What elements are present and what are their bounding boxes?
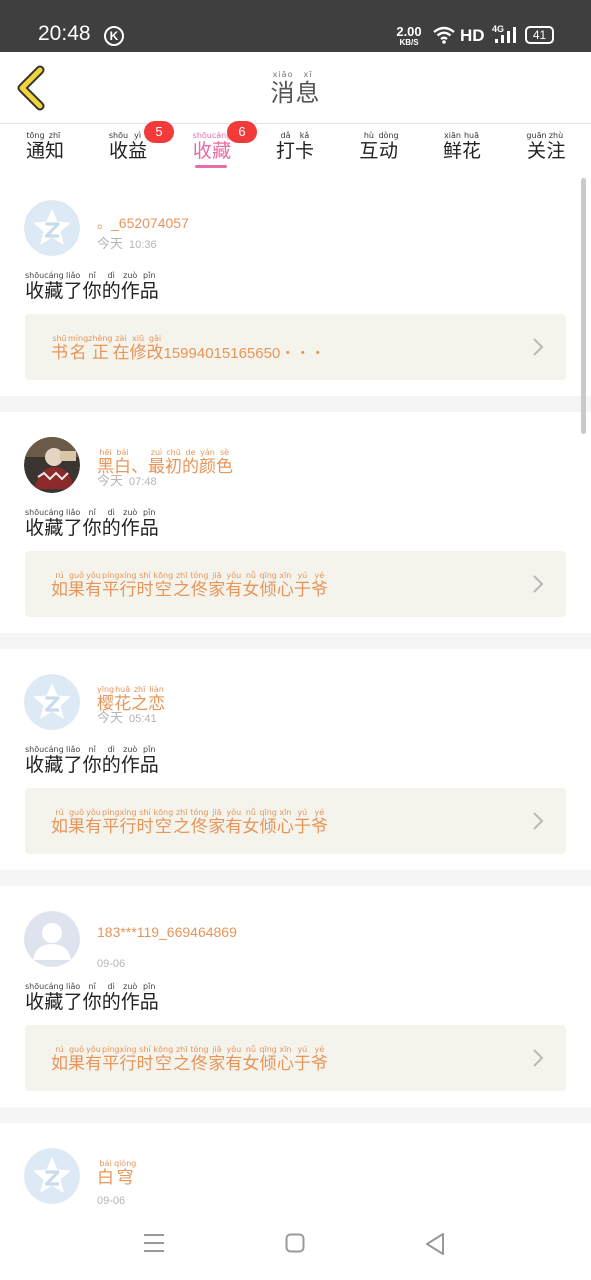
action-text: 收shōu藏cáng了liǎo你nǐ的dì作zuò品pǐn xyxy=(25,745,159,776)
menu-icon[interactable] xyxy=(143,1232,165,1254)
tab-notifications[interactable]: 通tōng知zhī xyxy=(15,131,75,163)
default-avatar[interactable] xyxy=(24,1148,80,1204)
work-link[interactable]: 如rú果guǒ有yǒu平píng行xíng时shí空kōng之zhī佟tóng家… xyxy=(25,551,566,617)
k-badge-icon: K xyxy=(104,26,124,46)
status-bar: 20:48 K 2.00 KB/S HD 4G 41 xyxy=(0,0,591,52)
chevron-right-icon xyxy=(533,338,544,356)
tab-bar: 通tōng知zhī 收shōu益yì 5 收shōu藏cáng 6 打dǎ卡kǎ… xyxy=(0,121,591,175)
tab-favorites-badge: 6 xyxy=(227,121,257,143)
work-link[interactable]: 书shū名míng正zhèng在zài修xiū改gǎi1599401516565… xyxy=(25,314,566,380)
network-speed-unit: KB/S xyxy=(399,38,419,47)
work-link[interactable]: 如rú果guǒ有yǒu平píng行xíng时shí空kōng之zhī佟tóng家… xyxy=(25,788,566,854)
tab-earnings-badge: 5 xyxy=(144,121,174,143)
message-time: 09-06 xyxy=(97,958,126,970)
back-icon[interactable] xyxy=(425,1232,445,1256)
photo-avatar[interactable] xyxy=(24,437,80,493)
work-title: 书shū名míng正zhèng在zài修xiū改gǎi1599401516565… xyxy=(51,334,326,363)
battery-icon: 41 xyxy=(525,26,554,44)
message-time: 今天 07:48 xyxy=(97,474,157,489)
action-text: 收shōu藏cáng了liǎo你nǐ的dì作zuò品pǐn xyxy=(25,271,159,302)
header: 消xiāo息xī xyxy=(0,52,591,124)
tab-flowers[interactable]: 鲜xiān花huā xyxy=(432,131,492,163)
tab-following[interactable]: 关guān注zhù xyxy=(516,131,576,163)
person-avatar[interactable] xyxy=(24,911,80,967)
work-title: 如rú果guǒ有yǒu平píng行xíng时shí空kōng之zhī佟tóng家… xyxy=(51,808,328,837)
tab-favorites[interactable]: 收shōu藏cáng 6 xyxy=(182,121,257,163)
message-list[interactable]: 。_652074057 今天 10:36 收shōu藏cáng了liǎo你nǐ的d… xyxy=(0,175,591,1220)
work-link[interactable]: 如rú果guǒ有yǒu平píng行xíng时shí空kōng之zhī佟tóng家… xyxy=(25,1025,566,1091)
network-speed-value: 2.00 xyxy=(396,24,422,39)
action-text: 收shōu藏cáng了liǎo你nǐ的dì作zuò品pǐn xyxy=(25,982,159,1013)
username[interactable]: 白bái穹qióng xyxy=(97,1159,136,1188)
message-card[interactable]: 黑hēi白bái、最zuì初chū的de颜yán色sè 今天 07:48 收shō… xyxy=(0,412,591,633)
chevron-right-icon xyxy=(533,575,544,593)
page-title: 消xiāo息xī xyxy=(270,70,321,107)
system-nav-bar xyxy=(0,1220,591,1280)
hd-indicator: HD xyxy=(460,26,485,45)
home-icon[interactable] xyxy=(285,1232,305,1254)
default-avatar[interactable] xyxy=(24,200,80,256)
work-title: 如rú果guǒ有yǒu平píng行xíng时shí空kōng之zhī佟tóng家… xyxy=(51,1045,328,1074)
work-title: 如rú果guǒ有yǒu平píng行xíng时shí空kōng之zhī佟tóng家… xyxy=(51,571,328,600)
message-card[interactable]: 樱yīng花huā之zhī恋liàn 今天 05:41 收shōu藏cáng了li… xyxy=(0,649,591,870)
network-speed: 2.00 KB/S xyxy=(393,25,425,48)
message-card[interactable]: 。_652074057 今天 10:36 收shōu藏cáng了liǎo你nǐ的d… xyxy=(0,175,591,396)
wifi-icon xyxy=(432,26,456,48)
message-card[interactable]: 183***119_669464869 09-06 收shōu藏cáng了liǎ… xyxy=(0,886,591,1107)
username[interactable]: 183***119_669464869 xyxy=(97,924,237,940)
chevron-right-icon xyxy=(533,1049,544,1067)
username[interactable]: 。_652074057 xyxy=(97,213,189,233)
message-time: 09-06 xyxy=(97,1195,126,1207)
status-time: 20:48 xyxy=(38,22,91,45)
tab-earnings[interactable]: 收shōu益yì 5 xyxy=(98,121,174,163)
tab-checkin[interactable]: 打dǎ卡kǎ xyxy=(265,131,325,163)
default-avatar[interactable] xyxy=(24,674,80,730)
scrollbar[interactable] xyxy=(581,178,586,434)
active-tab-indicator xyxy=(195,165,227,168)
tab-interaction[interactable]: 互hù动dòng xyxy=(349,131,409,163)
message-time: 今天 10:36 xyxy=(97,237,157,252)
message-time: 今天 05:41 xyxy=(97,711,157,726)
chevron-right-icon xyxy=(533,812,544,830)
signal-icon xyxy=(495,27,517,47)
message-card[interactable]: 白bái穹qióng 09-06 xyxy=(0,1123,591,1220)
action-text: 收shōu藏cáng了liǎo你nǐ的dì作zuò品pǐn xyxy=(25,508,159,539)
